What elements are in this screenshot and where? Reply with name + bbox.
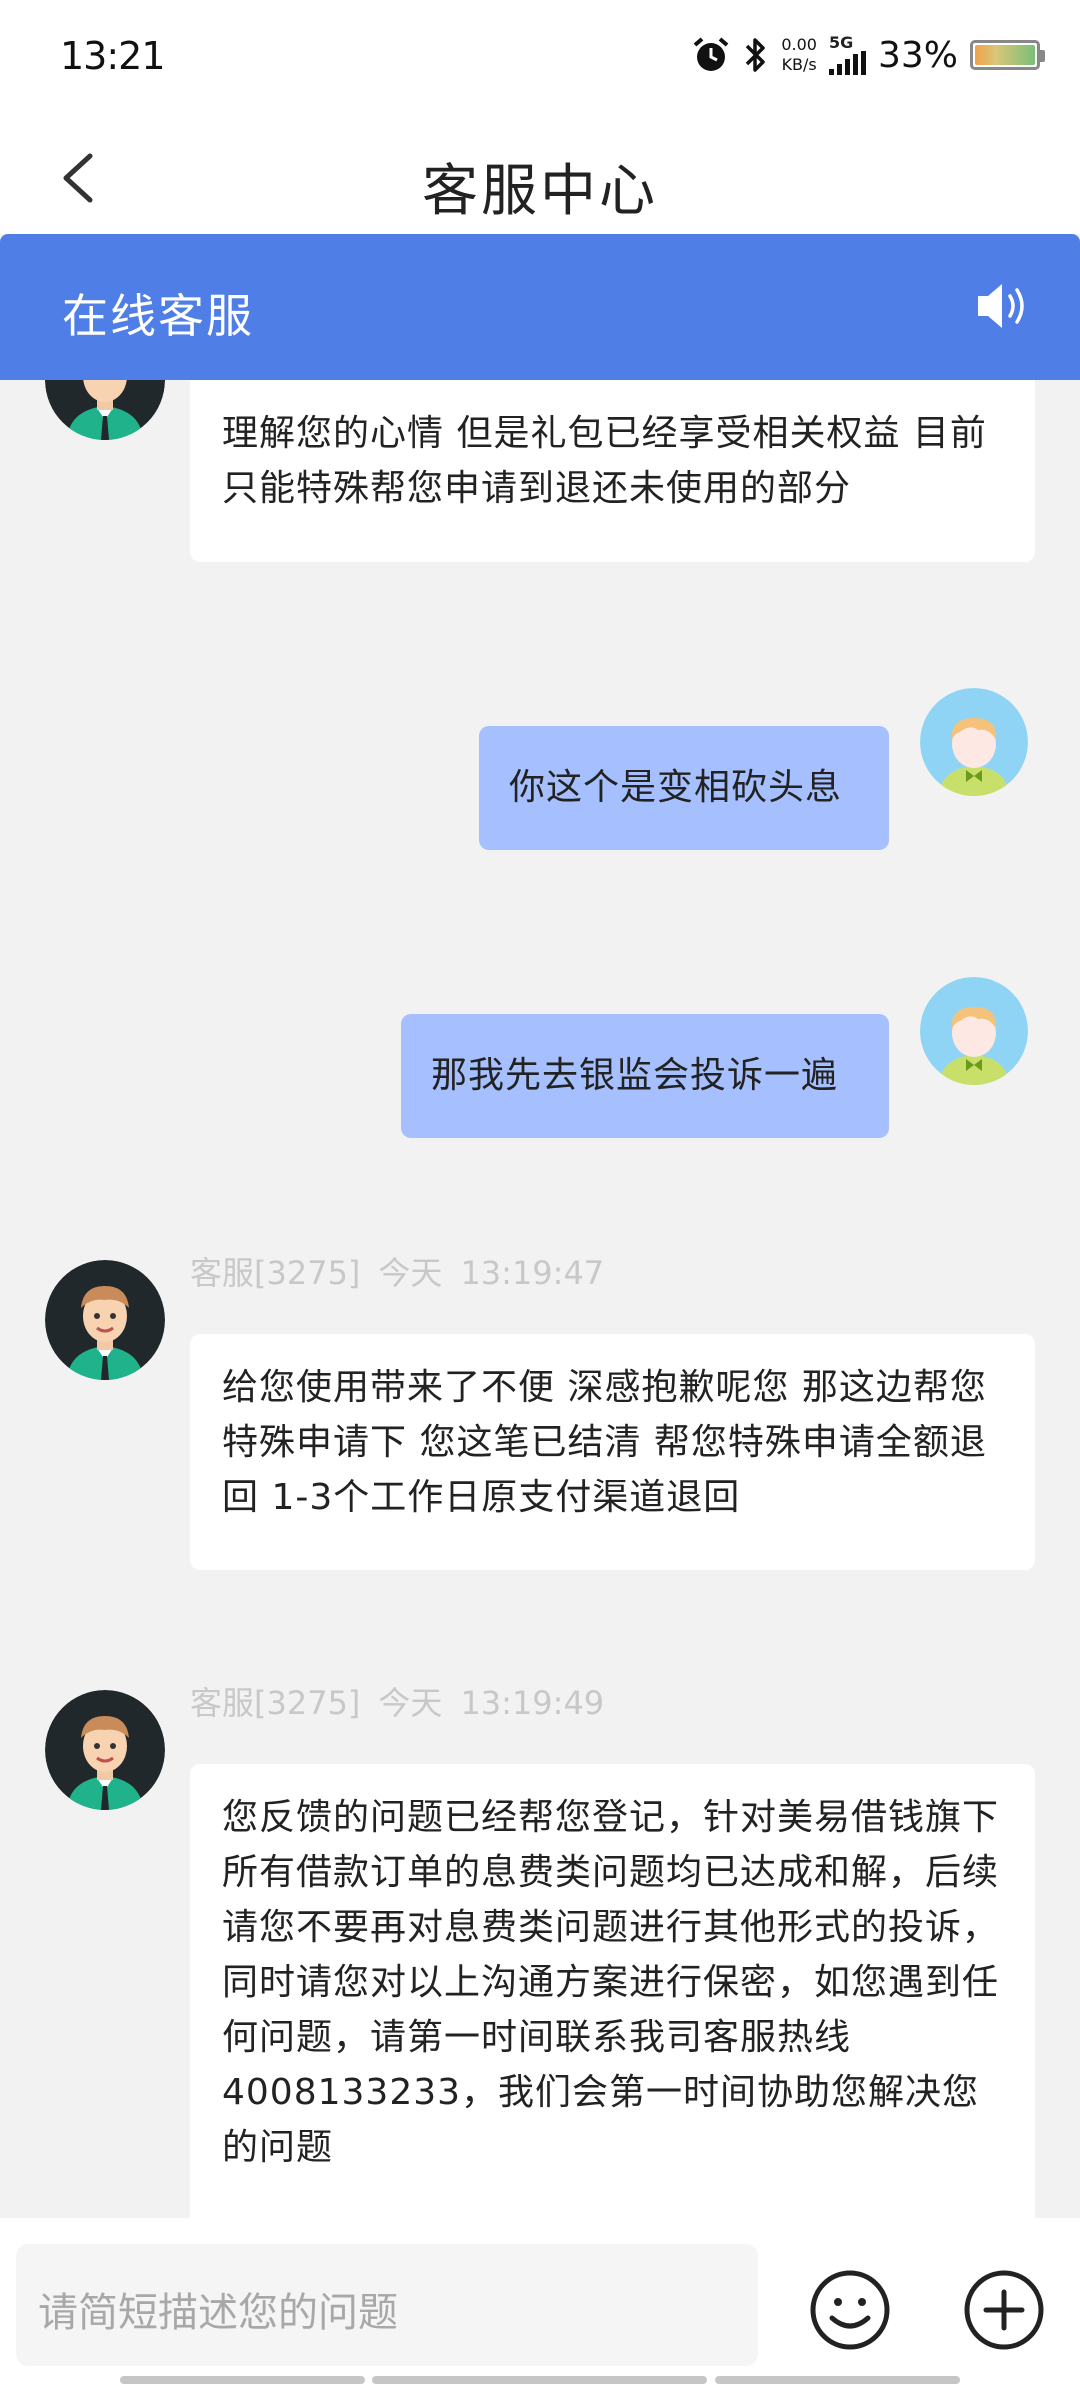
system-nav-bar: [0, 2372, 1080, 2388]
status-icons: 0.00 KB/s 5G 33%: [691, 30, 1045, 80]
agent-message: 理解您的心情 但是礼包已经享受相关权益 目前只能特殊帮您申请到退还未使用的部分: [190, 380, 1035, 562]
battery-icon: [970, 40, 1045, 70]
status-time: 13:21: [60, 34, 166, 78]
agent-avatar: [45, 380, 165, 440]
chat-area[interactable]: 理解您的心情 但是礼包已经享受相关权益 目前只能特殊帮您申请到退还未使用的部分 …: [0, 380, 1080, 2218]
net-speed-value: 0.00: [781, 35, 817, 54]
message-text: 给您使用带来了不便 深感抱歉呢您 那这边帮您特殊申请下 您这笔已结清 帮您特殊申…: [222, 1367, 987, 1518]
net-speed-unit: KB/s: [781, 55, 817, 74]
network-type: 5G: [828, 33, 854, 52]
user-avatar: [920, 977, 1028, 1085]
message-day: 今天: [378, 1684, 443, 1722]
user-message: 你这个是变相砍头息: [479, 726, 889, 850]
alarm-icon: [694, 37, 729, 71]
user-avatar: [920, 688, 1028, 796]
message-text: 您反馈的问题已经帮您登记，针对美易借钱旗下所有借款订单的息费类问题均已达成和解，…: [222, 1797, 1000, 2168]
agent-message: 您反馈的问题已经帮您登记，针对美易借钱旗下所有借款订单的息费类问题均已达成和解，…: [190, 1764, 1035, 2218]
agent-avatar: [45, 1690, 165, 1810]
message-text: 你这个是变相砍头息: [509, 767, 843, 808]
bluetooth-icon: [746, 38, 766, 72]
message-text: 那我先去银监会投诉一遍: [431, 1055, 839, 1096]
cellular-signal: 5G: [828, 33, 866, 75]
message-meta: 客服[3275] 今天 13:19:49: [190, 1678, 622, 1724]
message-time: 13:19:49: [460, 1684, 605, 1722]
message-input[interactable]: 请简短描述您的问题: [16, 2244, 758, 2366]
message-day: 今天: [378, 1254, 443, 1292]
net-speed: 0.00 KB/s: [781, 35, 817, 75]
input-bar: 请简短描述您的问题: [0, 2218, 1080, 2388]
online-service-header: 在线客服: [0, 234, 1080, 380]
smiley-icon: [810, 2270, 890, 2350]
speaker-button[interactable]: [974, 278, 1034, 334]
message-time: 13:19:47: [460, 1254, 605, 1292]
signal-bars-icon: [828, 51, 866, 75]
status-bar: 13:21 0.00 KB/s 5G 33%: [0, 0, 1080, 120]
battery-percent: 33%: [877, 34, 958, 76]
page-title: 客服中心: [422, 159, 658, 224]
emoji-button[interactable]: [808, 2268, 892, 2352]
message-text: 理解您的心情 但是礼包已经享受相关权益 目前只能特殊帮您申请到退还未使用的部分: [222, 413, 987, 509]
sender-name: 客服[3275]: [190, 1684, 361, 1722]
sender-name: 客服[3275]: [190, 1254, 361, 1292]
add-attachment-button[interactable]: [962, 2268, 1046, 2352]
agent-avatar: [45, 1260, 165, 1380]
service-label: 在线客服: [62, 289, 254, 343]
plus-circle-icon: [964, 2270, 1044, 2350]
agent-message: 给您使用带来了不便 深感抱歉呢您 那这边帮您特殊申请下 您这笔已结清 帮您特殊申…: [190, 1334, 1035, 1570]
message-meta: 客服[3275] 今天 13:19:47: [190, 1248, 622, 1294]
title-bar: 客服中心: [0, 120, 1080, 234]
input-placeholder: 请简短描述您的问题: [38, 2290, 398, 2336]
speaker-icon: [978, 284, 1024, 328]
user-message: 那我先去银监会投诉一遍: [401, 1014, 889, 1138]
